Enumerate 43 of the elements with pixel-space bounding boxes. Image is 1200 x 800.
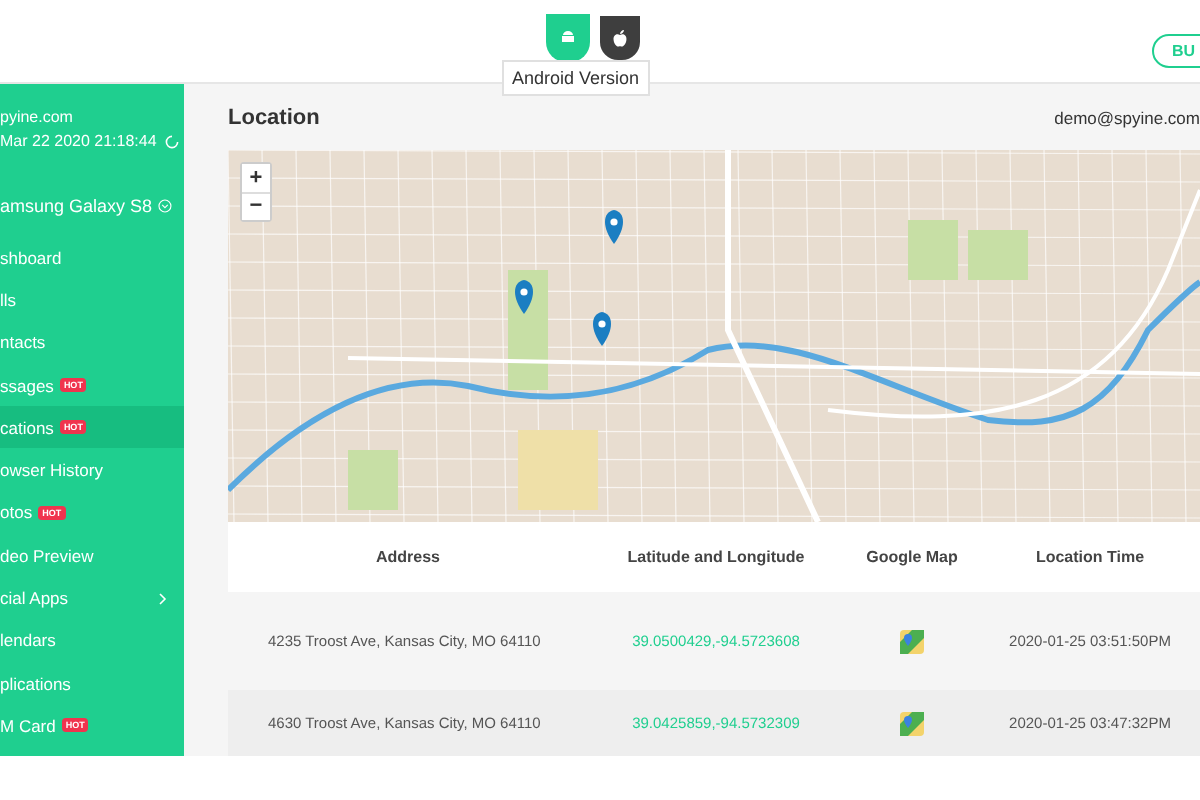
sidebar-item[interactable]: lendars [0, 619, 184, 662]
sidebar-item[interactable]: shboard [0, 236, 184, 279]
map-pin-icon[interactable] [605, 210, 623, 244]
menu-label: ssages [0, 375, 54, 396]
sidebar-item[interactable]: cial Apps [0, 576, 184, 620]
device-name[interactable]: amsung Galaxy S8 [0, 196, 153, 216]
apple-tab[interactable] [600, 16, 640, 60]
menu-label: M Card [0, 715, 56, 736]
buy-button[interactable]: BU [1152, 34, 1200, 68]
menu-label: otos [0, 502, 33, 523]
menu-label: ntacts [0, 332, 46, 353]
sidebar-item[interactable]: plications [0, 661, 184, 705]
menu-label: plications [0, 673, 71, 694]
menu-label: cations [0, 417, 54, 438]
menu-label: shboard [0, 247, 62, 268]
zoom-out-button[interactable]: − [242, 192, 270, 220]
sync-time: Mar 22 2020 21:18:44 [0, 132, 157, 150]
account-email: demo@spyine.com [1054, 107, 1200, 127]
chevron-down-icon[interactable] [158, 196, 172, 216]
refresh-icon[interactable] [164, 133, 181, 149]
menu-label: cial Apps [0, 588, 69, 609]
menu-label: lls [0, 289, 17, 310]
sidebar-item[interactable]: owser History [0, 448, 184, 492]
column-header: Location Time [1033, 548, 1147, 566]
map-drawing[interactable] [228, 150, 1200, 522]
sidebar-item[interactable]: deo Preview [0, 534, 184, 577]
sidebar-item[interactable]: lls [0, 278, 184, 322]
map-pin-icon[interactable] [515, 280, 533, 314]
menu-label: owser History [0, 460, 103, 481]
column-header: Latitude and Longitude [625, 548, 807, 566]
menu-label: deo Preview [0, 545, 94, 566]
map-app-icon[interactable] [900, 629, 924, 653]
column-header: Address [373, 548, 442, 566]
sidebar-item[interactable]: ntacts [0, 321, 184, 364]
tooltip: Android Version [502, 60, 650, 96]
menu-label: lendars [0, 630, 56, 651]
map-pin-icon[interactable] [593, 312, 611, 346]
column-header: Google Map [864, 548, 960, 566]
map-app-icon[interactable] [900, 711, 924, 735]
android-tab[interactable] [548, 16, 588, 60]
site-name: pyine.com [0, 108, 75, 126]
page-title: Location [228, 105, 320, 129]
apple-icon [612, 29, 628, 47]
